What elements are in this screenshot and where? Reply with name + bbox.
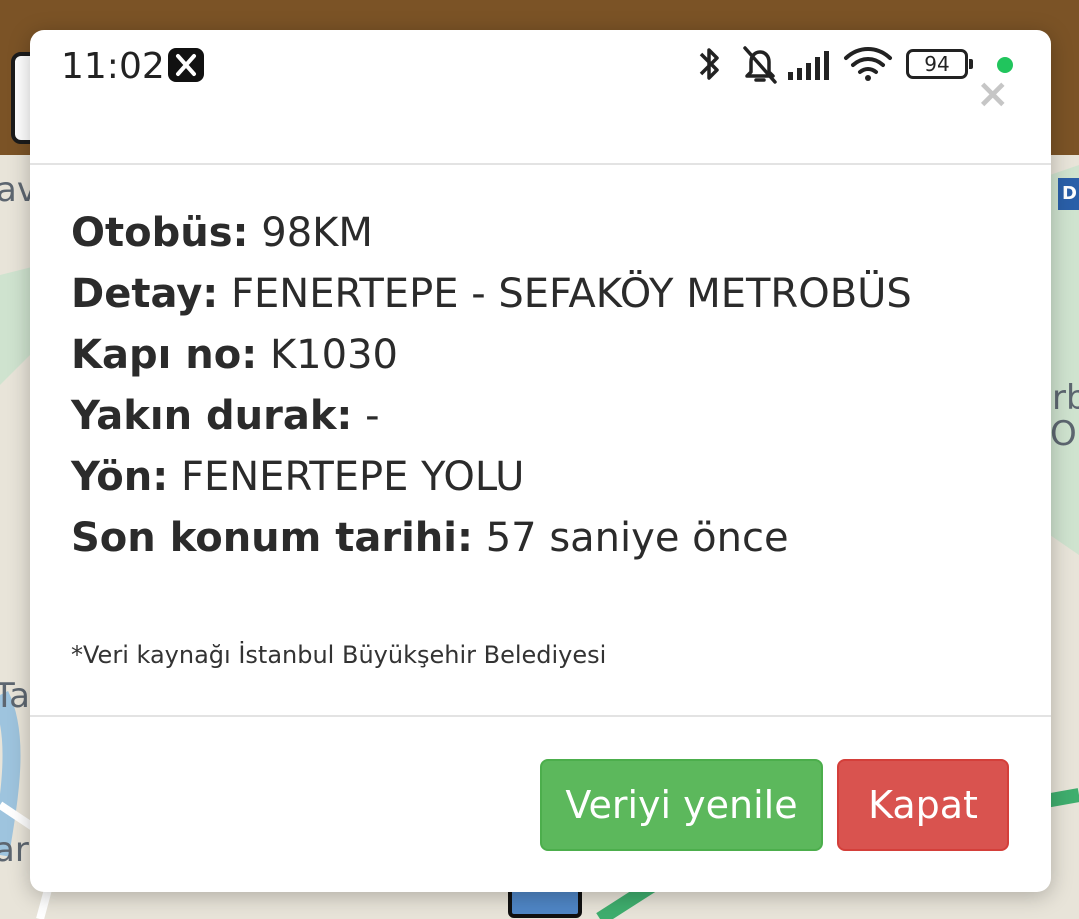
info-value: 57 saniye önce xyxy=(485,515,789,561)
bell-off-icon xyxy=(743,46,777,84)
refresh-data-button[interactable]: Veriyi yenile xyxy=(540,759,823,851)
info-row-direction: Yön: FENERTEPE YOLU xyxy=(71,454,912,515)
info-label: Detay: xyxy=(71,271,219,317)
status-time: 11:02 xyxy=(61,46,165,87)
wifi-icon xyxy=(844,47,892,81)
map-label-fragment: Ta xyxy=(0,676,30,716)
info-row-door-no: Kapı no: K1030 xyxy=(71,332,912,393)
info-label: Yön: xyxy=(71,454,169,500)
info-row-last-location: Son konum tarihi: 57 saniye önce xyxy=(71,515,912,576)
info-value: K1030 xyxy=(269,332,398,378)
status-bar: 11:02 94 xyxy=(30,30,1051,100)
battery-icon: 94 xyxy=(906,49,973,79)
x-app-icon xyxy=(168,48,204,82)
info-value: FENERTEPE YOLU xyxy=(180,454,525,500)
close-icon[interactable]: × xyxy=(976,74,1010,114)
map-label-fragment: Or xyxy=(1050,414,1079,454)
data-source-note: *Veri kaynağı İstanbul Büyükşehir Beledi… xyxy=(71,641,607,669)
info-label: Otobüs: xyxy=(71,210,249,256)
map-label-fragment: rb xyxy=(1052,378,1079,418)
signal-icon xyxy=(788,51,829,80)
info-label: Yakın durak: xyxy=(71,393,353,439)
info-row-bus: Otobüs: 98KM xyxy=(71,210,912,271)
header-divider xyxy=(30,163,1051,165)
bus-info-list: Otobüs: 98KM Detay: FENERTEPE - SEFAKÖY … xyxy=(71,210,912,576)
info-value: 98KM xyxy=(261,210,373,256)
bluetooth-icon xyxy=(699,48,719,80)
info-label: Kapı no: xyxy=(71,332,258,378)
info-row-detail: Detay: FENERTEPE - SEFAKÖY METROBÜS xyxy=(71,271,912,332)
info-row-nearest-stop: Yakın durak: - xyxy=(71,393,912,454)
map-label-fragment: ar xyxy=(0,830,29,870)
info-value: - xyxy=(365,393,380,439)
map-badge: D xyxy=(1058,178,1079,210)
bus-info-modal: 11:02 94 × Otobüs: 98KM Detay: FENERTEPE… xyxy=(30,30,1051,892)
close-button[interactable]: Kapat xyxy=(837,759,1009,851)
battery-level: 94 xyxy=(924,52,950,76)
info-label: Son konum tarihi: xyxy=(71,515,473,561)
footer-divider xyxy=(30,715,1051,717)
info-value: FENERTEPE - SEFAKÖY METROBÜS xyxy=(231,271,912,317)
